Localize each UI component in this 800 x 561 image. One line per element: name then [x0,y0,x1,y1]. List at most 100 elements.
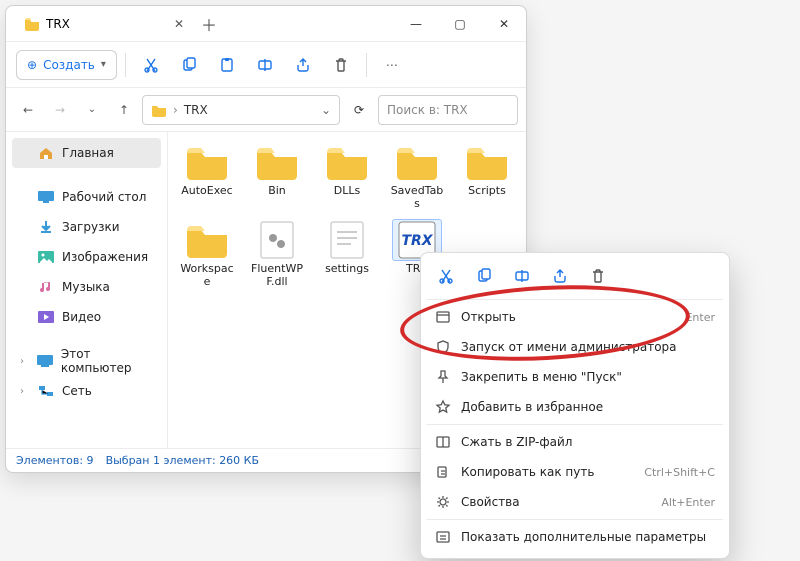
sidebar-item-music[interactable]: Музыка [12,272,161,302]
separator [427,424,723,425]
context-menu-label: Копировать как путь [461,465,594,479]
sidebar-item-pictures[interactable]: Изображения [12,242,161,272]
chevron-right-icon[interactable]: › [20,386,30,397]
context-menu-label: Свойства [461,495,520,509]
desktop-icon [38,189,54,205]
context-menu-quick-actions [427,259,723,297]
new-button[interactable]: ⊕ Создать ▾ [16,50,117,80]
sidebar-item-this-pc[interactable]: › Этот компьютер [12,346,161,376]
sidebar-item-network[interactable]: › Сеть [12,376,161,406]
search-input[interactable]: Поиск в: TRX [378,95,518,125]
folder-item-savedtabs[interactable]: SavedTabs [388,142,446,210]
folder-item-scripts[interactable]: Scripts [458,142,516,210]
delete-icon[interactable] [581,261,615,291]
history-chevron-icon[interactable]: ⌄ [78,96,106,124]
context-menu-label: Показать дополнительные параметры [461,530,706,544]
shortcut: Alt+Enter [661,496,715,509]
sidebar-item-label: Изображения [62,250,148,264]
more-icon[interactable]: ⋯ [375,50,409,80]
rename-icon[interactable] [505,261,539,291]
pin-icon [435,369,451,385]
music-icon [38,279,54,295]
cut-icon[interactable] [429,261,463,291]
window-controls: — ▢ ✕ [394,6,526,42]
sidebar-item-downloads[interactable]: Загрузки [12,212,161,242]
file-item-fluentwpf[interactable]: FluentWPF.dll [248,220,306,288]
sidebar-item-desktop[interactable]: Рабочий стол [12,182,161,212]
file-label: DLLs [334,185,360,198]
svg-text:TRX: TRX [401,233,433,249]
rename-icon[interactable] [248,50,282,80]
new-button-label: Создать [43,58,95,72]
folder-icon [151,102,167,118]
context-menu-favorite[interactable]: Добавить в избранное [427,392,723,422]
shield-icon [435,339,451,355]
status-selection: Выбран 1 элемент: 260 КБ [106,454,259,467]
gear-icon [435,494,451,510]
context-menu-open[interactable]: Открыть Enter [427,302,723,332]
tab-trx[interactable]: TRX ✕ [14,9,194,39]
sidebar-item-label: Этот компьютер [61,347,153,375]
copy-path-icon [435,464,451,480]
file-label: Workspace [178,263,236,288]
shortcut: Ctrl+Shift+C [644,466,715,479]
delete-icon[interactable] [324,50,358,80]
file-label: AutoExec [181,185,232,198]
file-item-settings[interactable]: settings [318,220,376,288]
sidebar-item-label: Загрузки [62,220,120,234]
file-label: FluentWPF.dll [248,263,306,288]
context-menu-zip[interactable]: Сжать в ZIP-файл [427,427,723,457]
context-menu-run-as-admin[interactable]: Запуск от имени администратора [427,332,723,362]
context-menu-label: Закрепить в меню "Пуск" [461,370,622,384]
videos-icon [38,309,54,325]
file-label: settings [325,263,369,276]
new-tab-button[interactable]: ＋ [194,12,224,36]
back-button[interactable]: ← [14,96,42,124]
copy-icon[interactable] [172,50,206,80]
cut-icon[interactable] [134,50,168,80]
refresh-button[interactable]: ⟳ [344,103,374,117]
sidebar-item-label: Видео [62,310,101,324]
sidebar-item-videos[interactable]: Видео [12,302,161,332]
up-button[interactable]: ↑ [110,96,138,124]
chevron-down-icon: ▾ [101,59,106,70]
minimize-button[interactable]: — [394,6,438,42]
context-menu-label: Запуск от имени администратора [461,340,677,354]
toolbar: ⊕ Создать ▾ ⋯ [6,42,526,88]
context-menu-show-more[interactable]: Показать дополнительные параметры [427,522,723,552]
folder-icon [24,16,40,32]
breadcrumb[interactable]: TRX [184,103,208,117]
context-menu-pin-start[interactable]: Закрепить в меню "Пуск" [427,362,723,392]
context-menu-label: Добавить в избранное [461,400,603,414]
separator [427,519,723,520]
file-label: Scripts [468,185,506,198]
folder-item-dlls[interactable]: DLLs [318,142,376,210]
navbar: ← → ⌄ ↑ › TRX ⌄ ⟳ Поиск в: TRX [6,88,526,132]
context-menu-copy-path[interactable]: Копировать как путь Ctrl+Shift+C [427,457,723,487]
file-label: Bin [268,185,286,198]
sidebar-item-home[interactable]: Главная [12,138,161,168]
folder-item-workspace[interactable]: Workspace [178,220,236,288]
share-icon[interactable] [543,261,577,291]
folder-item-bin[interactable]: Bin [248,142,306,210]
chevron-down-icon[interactable]: ⌄ [321,103,331,117]
plus-icon: ⊕ [27,58,37,72]
chevron-right-icon[interactable]: › [20,356,29,367]
sidebar: Главная Рабочий стол Загрузки Изображени… [6,132,168,448]
address-bar[interactable]: › TRX ⌄ [142,95,340,125]
folder-item-autoexec[interactable]: AutoExec [178,142,236,210]
tab-close-icon[interactable]: ✕ [174,17,184,31]
forward-button: → [46,96,74,124]
more-options-icon [435,529,451,545]
sidebar-item-label: Музыка [62,280,110,294]
downloads-icon [38,219,54,235]
paste-icon[interactable] [210,50,244,80]
close-button[interactable]: ✕ [482,6,526,42]
titlebar: TRX ✕ ＋ — ▢ ✕ [6,6,526,42]
separator [366,53,367,77]
share-icon[interactable] [286,50,320,80]
copy-icon[interactable] [467,261,501,291]
context-menu-properties[interactable]: Свойства Alt+Enter [427,487,723,517]
maximize-button[interactable]: ▢ [438,6,482,42]
pc-icon [37,353,53,369]
